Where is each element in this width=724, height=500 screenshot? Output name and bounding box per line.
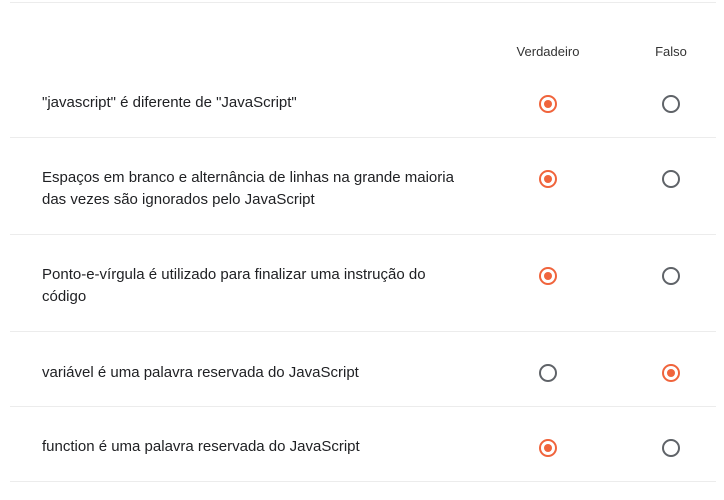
radio-true-q1[interactable] — [539, 95, 557, 113]
column-header: Verdadeiro Falso — [0, 44, 724, 64]
question-row-5: function é uma palavra reservada do Java… — [10, 407, 716, 482]
question-text: "javascript" é diferente de "JavaScript" — [42, 94, 297, 111]
column-label-false: Falso — [655, 44, 687, 59]
radio-true-q5[interactable] — [539, 439, 557, 457]
radio-false-q5[interactable] — [662, 439, 680, 457]
radio-false-q4[interactable] — [662, 364, 680, 382]
question-text: Espaços em branco e alternância de linha… — [42, 169, 454, 208]
radio-true-q4[interactable] — [539, 364, 557, 382]
question-text: Ponto-e-vírgula é utilizado para finaliz… — [42, 266, 426, 305]
radio-false-q3[interactable] — [662, 267, 680, 285]
question-text: function é uma palavra reservada do Java… — [42, 438, 360, 455]
top-divider — [10, 2, 716, 3]
question-text: variável é uma palavra reservada do Java… — [42, 364, 359, 381]
radio-true-q2[interactable] — [539, 170, 557, 188]
question-row-2: Espaços em branco e alternância de linha… — [10, 138, 716, 235]
radio-false-q2[interactable] — [662, 170, 680, 188]
question-row-3: Ponto-e-vírgula é utilizado para finaliz… — [10, 235, 716, 332]
radio-true-q3[interactable] — [539, 267, 557, 285]
question-row-1: "javascript" é diferente de "JavaScript" — [10, 70, 716, 138]
column-label-true: Verdadeiro — [516, 44, 580, 59]
question-row-4: variável é uma palavra reservada do Java… — [10, 332, 716, 407]
radio-false-q1[interactable] — [662, 95, 680, 113]
